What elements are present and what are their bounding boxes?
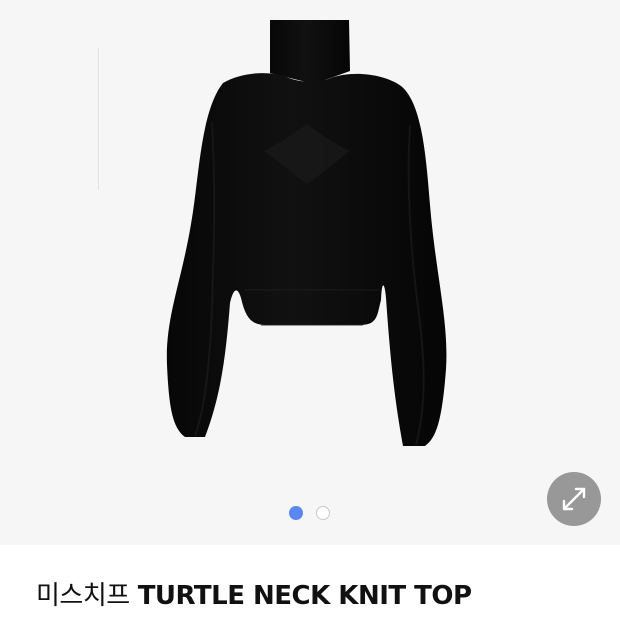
pagination-dot[interactable]: [316, 506, 330, 520]
expand-image-button[interactable]: [547, 472, 601, 526]
pagination-dot-active[interactable]: [289, 506, 303, 520]
product-name: TURTLE NECK KNIT TOP: [137, 581, 472, 611]
product-page: 미스치프 TURTLE NECK KNIT TOP: [0, 0, 620, 620]
product-title: 미스치프 TURTLE NECK KNIT TOP: [36, 579, 472, 613]
brand-name: 미스치프: [36, 581, 130, 611]
expand-arrows-icon: [562, 487, 586, 511]
product-image: [166, 20, 447, 446]
image-pagination[interactable]: [0, 505, 620, 523]
turtle-neck-knit-top: [166, 20, 447, 446]
product-image-gallery[interactable]: [0, 0, 620, 545]
